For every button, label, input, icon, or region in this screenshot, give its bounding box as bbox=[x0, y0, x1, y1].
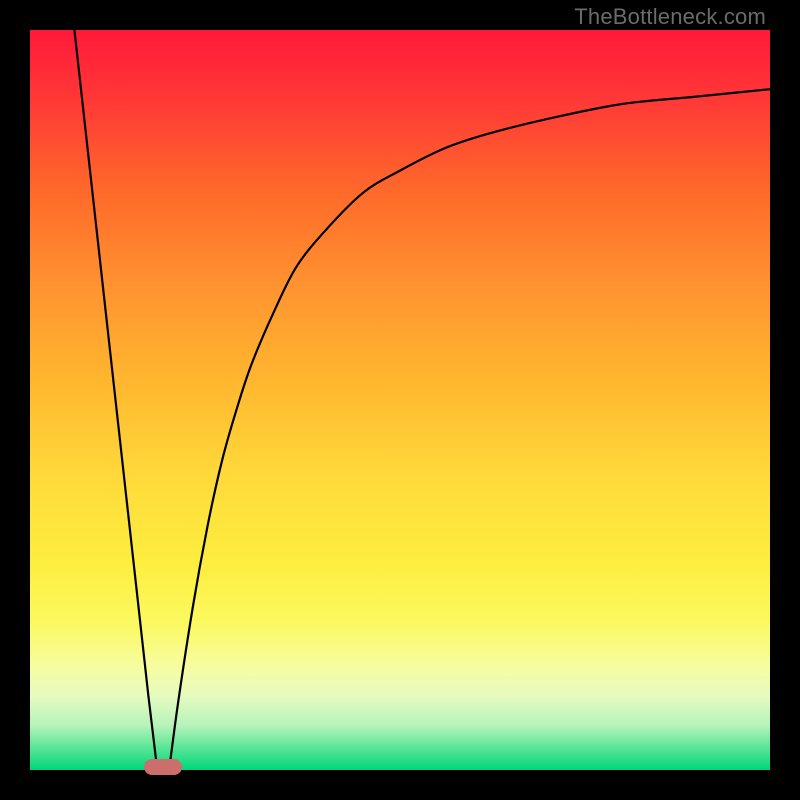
optimal-marker bbox=[144, 759, 182, 775]
curve-right bbox=[169, 89, 770, 770]
curve-left bbox=[74, 30, 157, 770]
curve-layer bbox=[30, 30, 770, 770]
watermark-text: TheBottleneck.com bbox=[574, 4, 766, 30]
plot-area bbox=[30, 30, 770, 770]
